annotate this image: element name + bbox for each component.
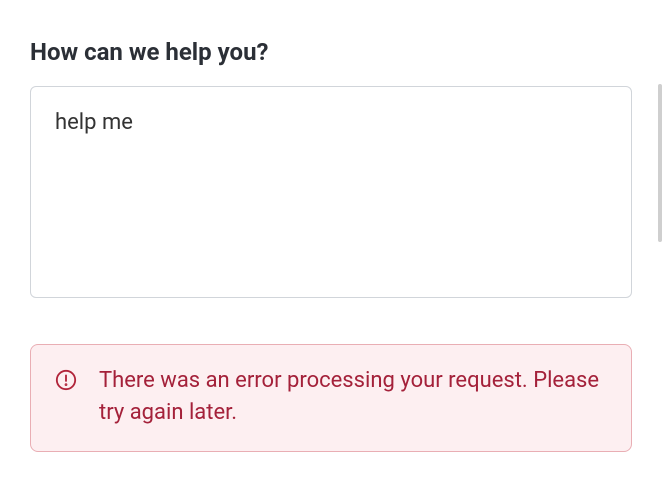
form-heading: How can we help you? — [30, 38, 632, 66]
alert-circle-icon — [55, 369, 77, 391]
error-message: There was an error processing your reque… — [99, 365, 607, 429]
help-textarea[interactable] — [30, 86, 632, 298]
scrollbar[interactable] — [658, 84, 662, 242]
error-alert: There was an error processing your reque… — [30, 344, 632, 452]
